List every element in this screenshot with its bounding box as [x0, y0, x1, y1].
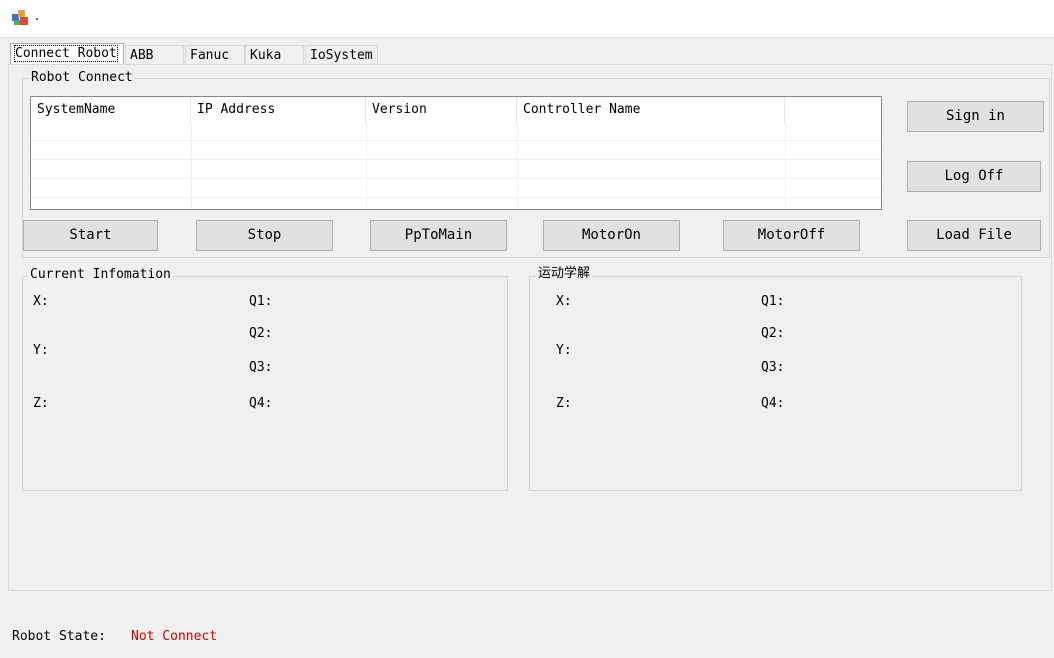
- tab-label: Fanuc: [190, 48, 230, 63]
- grid-line: [366, 123, 367, 209]
- robot-connect-legend: Robot Connect: [29, 70, 135, 85]
- motor-off-button[interactable]: MotorOff: [723, 220, 860, 251]
- tab-label: IoSystem: [310, 48, 373, 63]
- current-z-label: Z:: [33, 396, 49, 411]
- current-q1-label: Q1:: [249, 294, 273, 309]
- title-bar: .: [0, 0, 1054, 38]
- kinematics-q3-label: Q3:: [761, 360, 785, 375]
- tab-connect-robot[interactable]: Connect Robot: [10, 43, 124, 65]
- kinematics-q2-label: Q2:: [761, 326, 785, 341]
- tab-label: Connect Robot: [14, 45, 118, 62]
- tab-fanuc[interactable]: Fanuc: [185, 45, 245, 64]
- sign-in-button[interactable]: Sign in: [907, 101, 1044, 132]
- tab-abb[interactable]: ABB: [125, 45, 184, 64]
- robot-state-value: Not Connect: [131, 629, 218, 644]
- kinematics-q1-label: Q1:: [761, 294, 785, 309]
- robot-list[interactable]: SystemName IP Address Version Controller…: [30, 96, 882, 210]
- kinematics-z-label: Z:: [556, 396, 572, 411]
- grid-line: [31, 178, 881, 179]
- motor-on-button[interactable]: MotorOn: [543, 220, 680, 251]
- pp-to-main-button[interactable]: PpToMain: [370, 220, 507, 251]
- grid-line: [31, 159, 881, 160]
- tab-label: ABB: [130, 48, 154, 63]
- grid-line: [517, 123, 518, 209]
- current-q4-label: Q4:: [249, 396, 273, 411]
- column-header-version[interactable]: Version: [366, 97, 517, 123]
- app-icon: [12, 10, 30, 26]
- grid-line: [31, 140, 881, 141]
- stop-button[interactable]: Stop: [196, 220, 333, 251]
- current-q2-label: Q2:: [249, 326, 273, 341]
- current-x-label: X:: [33, 294, 49, 309]
- load-file-button[interactable]: Load File: [907, 220, 1041, 251]
- kinematics-q4-label: Q4:: [761, 396, 785, 411]
- start-button[interactable]: Start: [23, 220, 158, 251]
- tab-kuka[interactable]: Kuka: [245, 45, 304, 64]
- robot-state-label: Robot State:: [12, 629, 106, 644]
- tab-label: Kuka: [250, 48, 282, 63]
- current-y-label: Y:: [33, 343, 49, 358]
- kinematics-legend: 运动学解: [536, 266, 593, 281]
- current-q3-label: Q3:: [249, 360, 273, 375]
- column-header-systemname[interactable]: SystemName: [31, 97, 191, 123]
- current-info-legend: Current Infomation: [28, 267, 173, 282]
- grid-line: [191, 123, 192, 209]
- tab-iosystem[interactable]: IoSystem: [305, 45, 378, 64]
- kinematics-y-label: Y:: [556, 343, 572, 358]
- grid-line: [785, 123, 786, 209]
- window-title: .: [35, 9, 40, 24]
- grid-line: [31, 197, 881, 198]
- column-header-controller-name[interactable]: Controller Name: [517, 97, 785, 123]
- kinematics-x-label: X:: [556, 294, 572, 309]
- column-header-ip-address[interactable]: IP Address: [191, 97, 366, 123]
- log-off-button[interactable]: Log Off: [907, 161, 1041, 192]
